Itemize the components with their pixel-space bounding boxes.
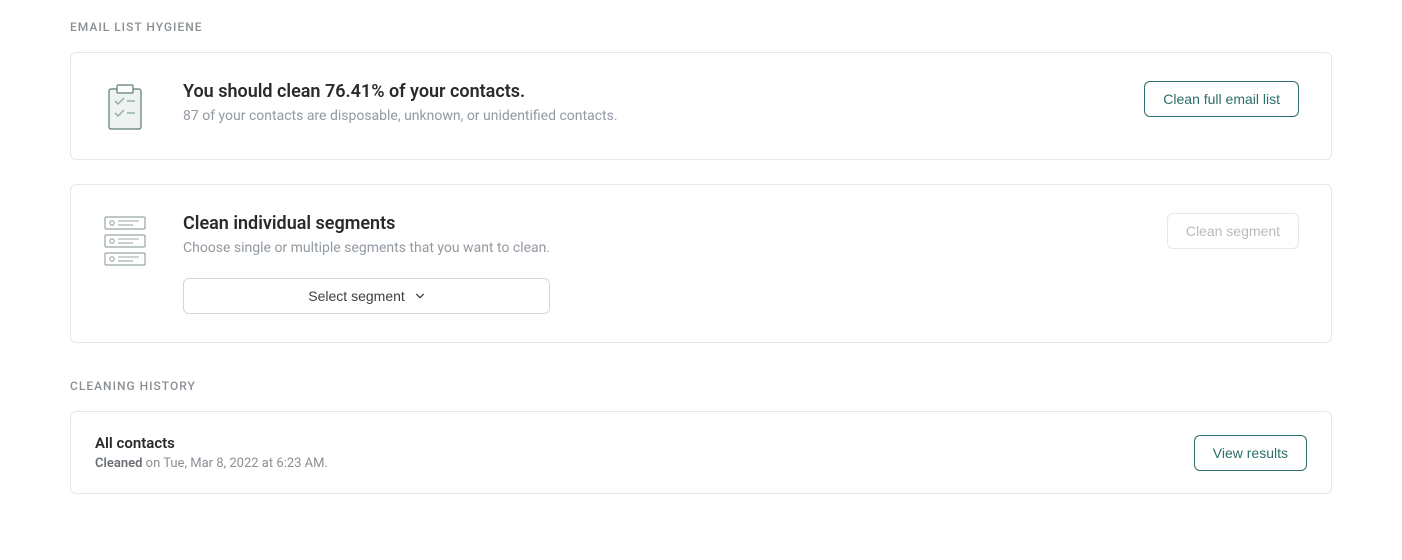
history-item-title: All contacts — [95, 434, 328, 452]
history-item-status: Cleaned — [95, 456, 142, 471]
history-item-meta: Cleaned on Tue, Mar 8, 2022 at 6:23 AM. — [95, 456, 328, 471]
select-segment-label: Select segment — [308, 288, 405, 304]
history-item: All contacts Cleaned on Tue, Mar 8, 2022… — [70, 411, 1332, 494]
card-content: You should clean 76.41% of your contacts… — [183, 81, 618, 124]
segments-subtitle: Choose single or multiple segments that … — [183, 240, 550, 256]
history-item-content: All contacts Cleaned on Tue, Mar 8, 2022… — [95, 434, 328, 471]
clean-all-title: You should clean 76.41% of your contacts… — [183, 81, 618, 102]
card-left: You should clean 76.41% of your contacts… — [103, 81, 618, 131]
section-label-hygiene: EMAIL LIST HYGIENE — [70, 20, 1332, 34]
segments-list-icon — [103, 213, 147, 267]
chevron-down-icon — [415, 291, 425, 301]
clean-full-email-list-button[interactable]: Clean full email list — [1144, 81, 1299, 117]
segments-title: Clean individual segments — [183, 213, 550, 234]
clean-segment-button[interactable]: Clean segment — [1167, 213, 1299, 249]
card-content: Clean individual segments Choose single … — [183, 213, 550, 314]
card-clean-full-list: You should clean 76.41% of your contacts… — [70, 52, 1332, 160]
select-segment-dropdown[interactable]: Select segment — [183, 278, 550, 314]
card-left: Clean individual segments Choose single … — [103, 213, 550, 314]
clipboard-icon — [103, 81, 147, 131]
clean-all-subtitle: 87 of your contacts are disposable, unkn… — [183, 108, 618, 124]
card-clean-segments: Clean individual segments Choose single … — [70, 184, 1332, 343]
history-item-timestamp: on Tue, Mar 8, 2022 at 6:23 AM. — [142, 456, 327, 471]
view-results-button[interactable]: View results — [1194, 435, 1307, 471]
section-label-history: CLEANING HISTORY — [70, 379, 1332, 393]
